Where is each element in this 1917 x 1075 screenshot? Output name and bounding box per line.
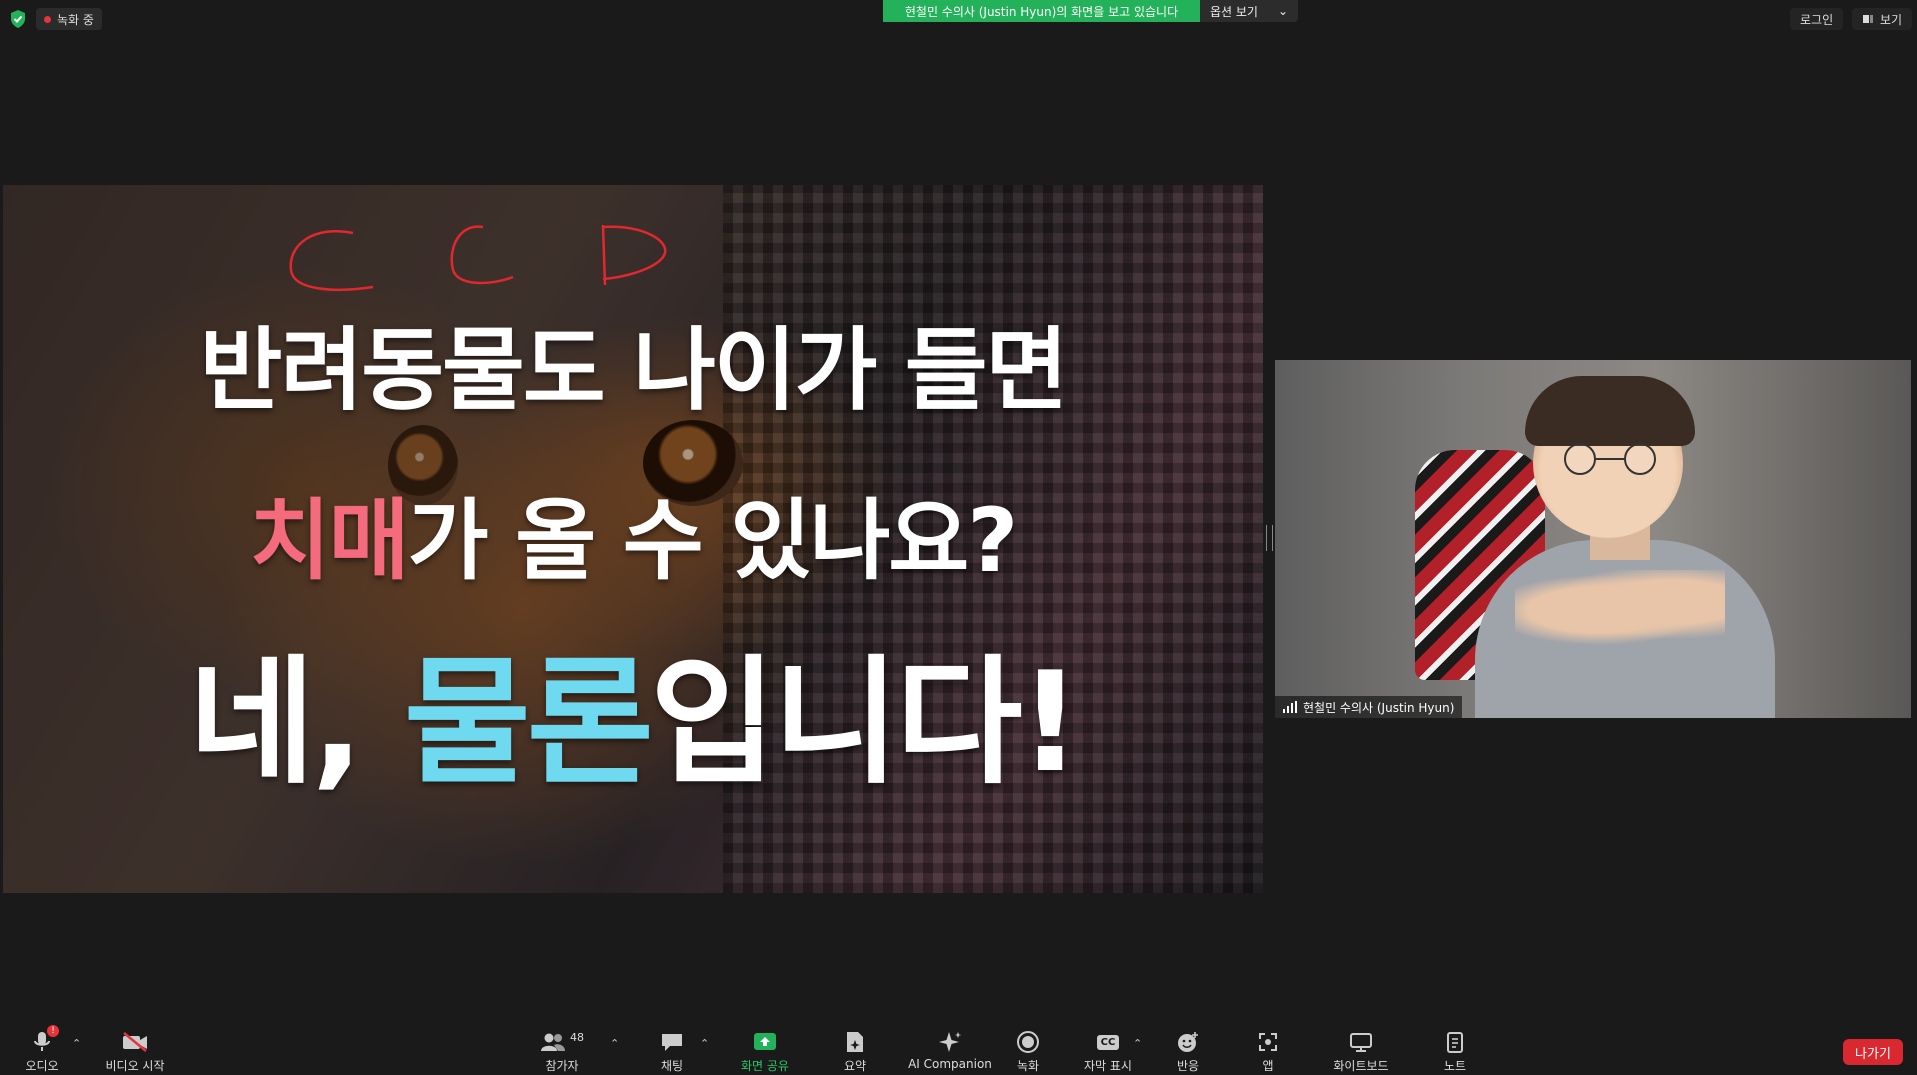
view-layout-icon: [1863, 15, 1873, 23]
participants-icon: [541, 1033, 565, 1051]
apps-label: 앱: [1262, 1059, 1274, 1073]
record-label: 녹화: [1016, 1059, 1040, 1073]
closed-captions-icon: CC: [1096, 1034, 1120, 1050]
meeting-toolbar: ! 오디오 ⌃ 비디오 시작 48 참가자 ⌃ 채팅 ⌃ 화면 공유 요약 AI…: [0, 1025, 1917, 1075]
chat-bubble-icon: [662, 1034, 682, 1051]
record-button[interactable]: 녹화: [988, 1029, 1068, 1074]
summary-document-icon: [847, 1032, 863, 1052]
audio-label: 오디오: [25, 1059, 59, 1073]
audio-warning-badge: !: [47, 1025, 59, 1037]
whiteboard-label: 화이트보드: [1333, 1059, 1389, 1073]
share-banner-text: 현철민 수의사 (Justin Hyun)의 화면을 보고 있습니다: [904, 4, 1179, 19]
recording-dot-icon: [44, 15, 51, 23]
participant-video-tile[interactable]: 현철민 수의사 (Justin Hyun): [1275, 360, 1911, 718]
shield-icon[interactable]: [8, 9, 28, 29]
recording-label: 녹화 중: [57, 12, 94, 27]
reactions-button[interactable]: 반응: [1148, 1029, 1228, 1074]
speaker-hair: [1525, 376, 1695, 446]
view-options-label: 옵션 보기: [1210, 4, 1258, 19]
start-video-button[interactable]: 비디오 시작: [95, 1029, 175, 1074]
captions-label: 자막 표시: [1084, 1059, 1132, 1073]
slide-answer-line: 네, 물론입니다!: [3, 610, 1263, 810]
panel-resize-handle[interactable]: [1266, 525, 1273, 551]
notes-button[interactable]: 노트: [1415, 1029, 1495, 1074]
chat-options-caret-icon[interactable]: ⌃: [700, 1037, 709, 1050]
record-icon: [1017, 1031, 1039, 1053]
view-button[interactable]: 보기: [1852, 8, 1913, 30]
view-options-button[interactable]: 옵션 보기 ⌄: [1200, 0, 1298, 22]
chevron-down-icon: ⌄: [1277, 4, 1288, 18]
signal-strength-icon: [1283, 701, 1297, 713]
participant-name: 현철민 수의사 (Justin Hyun): [1303, 700, 1455, 715]
slide-line2-rest: 가 올 수 있나요?: [407, 489, 1019, 592]
annotation-scribble: [289, 224, 667, 291]
smiley-plus-icon: [1178, 1032, 1198, 1052]
apps-icon: [1259, 1033, 1277, 1051]
topbar-left: 녹화 중: [8, 8, 102, 30]
leave-label: 나가기: [1855, 1046, 1891, 1062]
login-button[interactable]: 로그인: [1790, 8, 1844, 30]
slide-line3-end: 입니다!: [649, 642, 1082, 803]
video-off-icon: [123, 1032, 147, 1052]
slide-title-line2: 치매가 올 수 있나요?: [3, 470, 1263, 597]
screen-share-banner: 현철민 수의사 (Justin Hyun)의 화면을 보고 있습니다: [883, 0, 1200, 22]
leave-meeting-button[interactable]: 나가기: [1843, 1039, 1903, 1065]
captions-button[interactable]: CC 자막 표시: [1068, 1029, 1148, 1074]
share-screen-button[interactable]: 화면 공유: [725, 1029, 805, 1074]
chat-button[interactable]: 채팅: [632, 1029, 712, 1074]
participants-button[interactable]: 48 참가자: [522, 1029, 602, 1074]
participants-label: 참가자: [545, 1059, 579, 1073]
ai-companion-button[interactable]: AI Companion: [900, 1029, 1000, 1071]
whiteboard-icon: [1350, 1033, 1372, 1052]
slide-highlight-dementia: 치매: [249, 489, 410, 592]
slide-highlight-ofcourse: 물론: [403, 642, 654, 803]
chat-label: 채팅: [660, 1059, 684, 1073]
summary-label: 요약: [843, 1059, 867, 1073]
audio-options-caret-icon[interactable]: ⌃: [72, 1037, 81, 1050]
start-video-label: 비디오 시작: [105, 1059, 165, 1073]
share-screen-label: 화면 공유: [741, 1059, 789, 1073]
view-label: 보기: [1880, 12, 1903, 27]
participant-count: 48: [570, 1030, 584, 1044]
recording-indicator[interactable]: 녹화 중: [36, 8, 102, 30]
slide-line3-start: 네,: [188, 642, 404, 803]
notes-icon: [1447, 1032, 1463, 1053]
audio-button[interactable]: ! 오디오: [2, 1025, 82, 1074]
slide-title-line1: 반려동물도 나이가 들면: [199, 318, 1069, 423]
apps-button[interactable]: 앱: [1228, 1029, 1308, 1074]
participants-options-caret-icon[interactable]: ⌃: [610, 1037, 619, 1050]
captions-options-caret-icon[interactable]: ⌃: [1133, 1037, 1142, 1050]
whiteboard-button[interactable]: 화이트보드: [1316, 1029, 1406, 1074]
notes-label: 노트: [1443, 1059, 1467, 1073]
login-label: 로그인: [1800, 12, 1834, 27]
glasses-icon: [1564, 443, 1656, 475]
participant-name-label: 현철민 수의사 (Justin Hyun): [1275, 696, 1463, 718]
ai-companion-label: AI Companion: [908, 1057, 992, 1071]
speaker-hands: [1515, 570, 1725, 650]
reactions-label: 반응: [1176, 1059, 1200, 1073]
shared-screen-slide: 반려동물도 나이가 들면 치매가 올 수 있나요? 네, 물론입니다!: [3, 185, 1263, 893]
summary-button[interactable]: 요약: [815, 1029, 895, 1074]
sparkle-icon: [939, 1032, 962, 1052]
share-screen-icon: [754, 1033, 776, 1050]
